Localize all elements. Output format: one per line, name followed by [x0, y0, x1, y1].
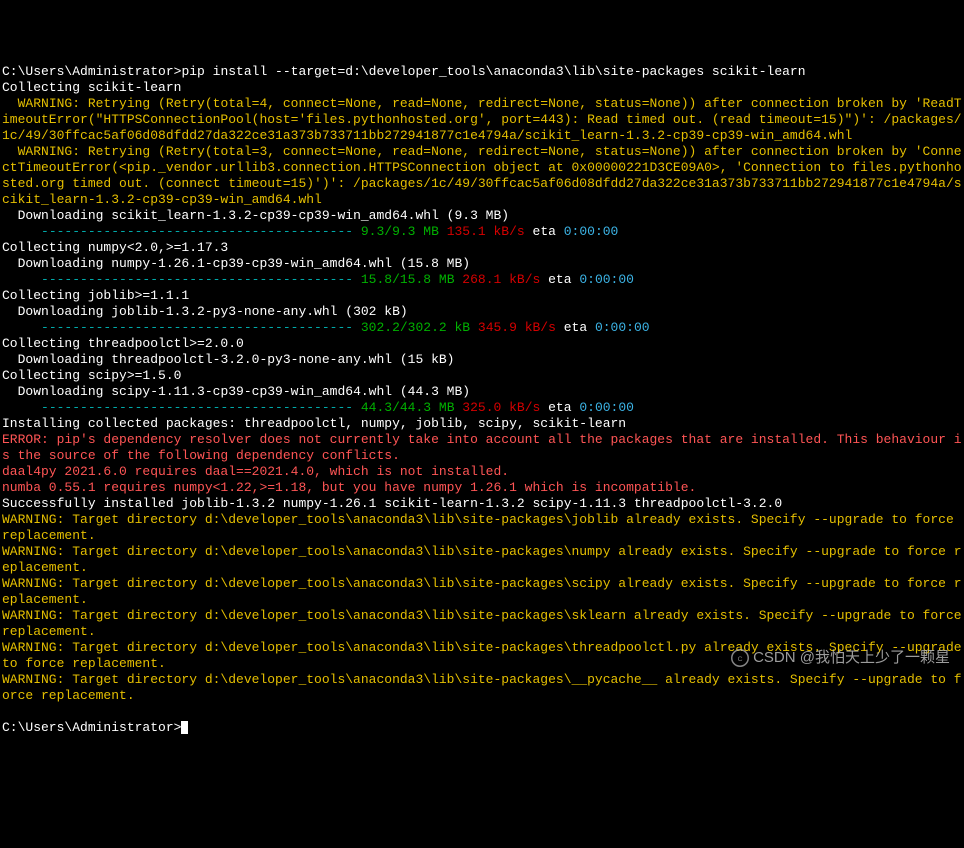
installing-line: Installing collected packages: threadpoo… [2, 416, 626, 431]
success-line: Successfully installed joblib-1.3.2 nump… [2, 496, 782, 511]
download-line: Downloading threadpoolctl-3.2.0-py3-none… [2, 352, 454, 367]
collecting-line: Collecting threadpoolctl>=2.0.0 [2, 336, 244, 351]
progress-bar-joblib: ----------------------------------------… [2, 320, 650, 335]
error-dep-resolver: ERROR: pip's dependency resolver does no… [2, 432, 962, 463]
svg-text:C: C [738, 656, 743, 663]
collecting-line: Collecting joblib>=1.1.1 [2, 288, 189, 303]
download-line: Downloading numpy-1.26.1-cp39-cp39-win_a… [2, 256, 470, 271]
watermark-text: CSDN @我怕天上少了一颗星 [753, 650, 950, 666]
warning-target-numpy: WARNING: Target directory d:\developer_t… [2, 544, 962, 575]
error-daal4py: daal4py 2021.6.0 requires daal==2021.4.0… [2, 464, 509, 479]
collecting-line: Collecting numpy<2.0,>=1.17.3 [2, 240, 228, 255]
terminal-output[interactable]: C:\Users\Administrator>pip install --tar… [2, 64, 962, 736]
warning-retry-1: WARNING: Retrying (Retry(total=4, connec… [2, 96, 962, 143]
progress-bar-scipy: ----------------------------------------… [2, 400, 634, 415]
prompt-line[interactable]: C:\Users\Administrator> [2, 720, 188, 735]
collecting-line: Collecting scikit-learn [2, 80, 181, 95]
download-line: Downloading scikit_learn-1.3.2-cp39-cp39… [2, 208, 509, 223]
download-line: Downloading scipy-1.11.3-cp39-cp39-win_a… [2, 384, 470, 399]
error-numba: numba 0.55.1 requires numpy<1.22,>=1.18,… [2, 480, 696, 495]
warning-target-scipy: WARNING: Target directory d:\developer_t… [2, 576, 962, 607]
progress-bar-sklearn: ----------------------------------------… [2, 224, 618, 239]
collecting-line: Collecting scipy>=1.5.0 [2, 368, 181, 383]
progress-bar-numpy: ----------------------------------------… [2, 272, 634, 287]
prompt-line: C:\Users\Administrator>pip install --tar… [2, 64, 806, 79]
csdn-watermark: C CSDN @我怕天上少了一颗星 [731, 649, 950, 667]
cursor-icon [181, 721, 188, 734]
warning-target-sklearn: WARNING: Target directory d:\developer_t… [2, 608, 964, 639]
download-line: Downloading joblib-1.3.2-py3-none-any.wh… [2, 304, 408, 319]
warning-target-joblib: WARNING: Target directory d:\developer_t… [2, 512, 962, 543]
csdn-logo-icon: C [731, 649, 749, 667]
warning-target-pycache: WARNING: Target directory d:\developer_t… [2, 672, 962, 703]
warning-retry-2: WARNING: Retrying (Retry(total=3, connec… [2, 144, 962, 207]
